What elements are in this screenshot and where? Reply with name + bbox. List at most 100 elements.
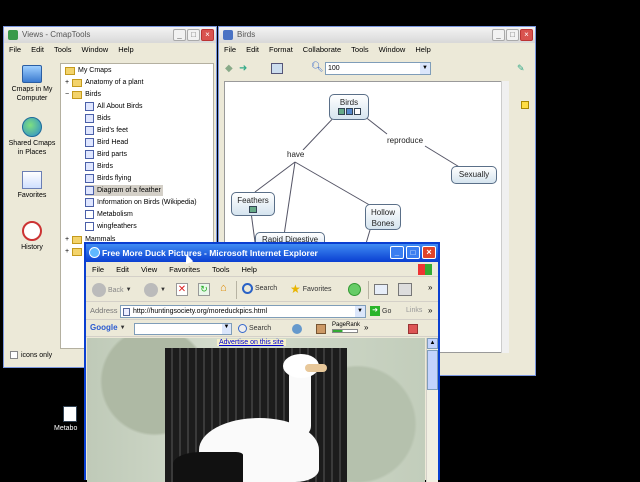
back-button[interactable]: Back ▼ xyxy=(92,283,132,297)
resource-icons[interactable] xyxy=(330,108,368,115)
tree-item[interactable]: Information on Birds (Wikipedia) xyxy=(85,197,197,208)
pagerank-icon[interactable] xyxy=(316,324,326,334)
menu-help[interactable]: Help xyxy=(242,263,257,276)
chevron-down-icon: ▼ xyxy=(160,287,166,293)
google-site-search-icon[interactable] xyxy=(292,324,302,334)
mail-icon[interactable] xyxy=(374,284,388,295)
tree-root[interactable]: My Cmaps xyxy=(65,65,111,76)
icons-only-checkbox[interactable] xyxy=(10,351,18,359)
back-arrow-icon[interactable]: ◆ xyxy=(225,63,233,74)
nav-cmaps-my-computer[interactable]: Cmaps in My Computer xyxy=(6,65,58,103)
desktop-icon-metabolism[interactable]: Metabo xyxy=(54,406,86,432)
style-palette-icon[interactable]: ✎ xyxy=(517,63,525,74)
tree-item[interactable]: Birds xyxy=(85,161,113,172)
history-icon[interactable] xyxy=(348,283,361,296)
menu-edit[interactable]: Edit xyxy=(31,43,44,57)
concept-hollow-bones[interactable]: Hollow Bones xyxy=(365,204,401,230)
google-options-icon[interactable] xyxy=(408,324,418,334)
google-overflow-icon[interactable]: » xyxy=(364,323,368,332)
tree-item[interactable]: All About Birds xyxy=(85,101,143,112)
views-titlebar[interactable]: Views - CmapTools _ □ × xyxy=(4,27,216,43)
menu-edit[interactable]: Edit xyxy=(246,43,259,57)
tree-folder-birds[interactable]: − Birds xyxy=(65,89,101,100)
ie-window: Free More Duck Pictures - Microsoft Inte… xyxy=(84,242,440,482)
google-search-input[interactable]: ▼ xyxy=(134,323,232,335)
vertical-scrollbar[interactable] xyxy=(501,81,509,353)
tree-item[interactable]: Bird Head xyxy=(85,137,128,148)
minimize-button[interactable]: _ xyxy=(390,246,404,259)
link-phrase-reproduce[interactable]: reproduce xyxy=(387,136,424,145)
tree-item[interactable]: wingfeathers xyxy=(85,221,137,232)
ie-titlebar[interactable]: Free More Duck Pictures - Microsoft Inte… xyxy=(86,244,438,262)
print-icon[interactable] xyxy=(398,283,412,296)
menu-file[interactable]: File xyxy=(9,43,21,57)
zoom-select[interactable]: 100 ▼ xyxy=(325,62,431,75)
zoom-icon[interactable]: 🔍︎ xyxy=(311,62,324,73)
favorites-button[interactable]: ★ Favorites xyxy=(290,282,332,296)
close-button[interactable]: × xyxy=(422,246,436,259)
menu-window[interactable]: Window xyxy=(379,43,406,57)
menu-file[interactable]: File xyxy=(92,263,104,276)
concept-sexually[interactable]: Sexually xyxy=(451,166,497,184)
birds-titlebar[interactable]: Birds _ □ × xyxy=(219,27,535,43)
menu-view[interactable]: View xyxy=(141,263,157,276)
scroll-thumb[interactable] xyxy=(427,350,438,390)
image-resource-icon[interactable] xyxy=(249,206,257,213)
menu-tools[interactable]: Tools xyxy=(212,263,230,276)
menu-collaborate[interactable]: Collaborate xyxy=(303,43,341,57)
home-icon[interactable]: ⌂ xyxy=(220,282,227,294)
menu-tools[interactable]: Tools xyxy=(351,43,369,57)
nav-shared-cmaps[interactable]: Shared Cmaps in Places xyxy=(6,117,58,157)
maximize-button[interactable]: □ xyxy=(506,29,519,41)
scroll-up-arrow-icon[interactable]: ▲ xyxy=(427,338,438,349)
toolbar-overflow-icon[interactable]: » xyxy=(428,283,432,292)
close-button[interactable]: × xyxy=(201,29,214,41)
minimize-button[interactable]: _ xyxy=(173,29,186,41)
google-search-button[interactable]: Search xyxy=(238,324,271,333)
menu-favorites[interactable]: Favorites xyxy=(169,263,200,276)
chevron-down-icon[interactable]: ▼ xyxy=(355,306,365,317)
nav-favorites[interactable]: Favorites xyxy=(6,171,58,200)
minimize-button[interactable]: _ xyxy=(492,29,505,41)
menu-file[interactable]: File xyxy=(224,43,236,57)
maximize-button[interactable]: □ xyxy=(187,29,200,41)
ie-vertical-scrollbar[interactable]: ▲ xyxy=(426,338,438,482)
links-overflow-icon[interactable]: » xyxy=(428,306,432,315)
menu-help[interactable]: Help xyxy=(415,43,430,57)
go-button[interactable]: ➜ Go xyxy=(370,306,391,316)
icons-only-checkbox-row[interactable]: icons only xyxy=(10,351,52,359)
stop-icon[interactable]: ✕ xyxy=(176,283,188,296)
tree-folder-anatomy[interactable]: + Anatomy of a plant xyxy=(65,77,143,88)
tree-item[interactable]: Bird's feet xyxy=(85,125,128,136)
tree-item[interactable]: Birds flying xyxy=(85,173,131,184)
concept-feathers[interactable]: Feathers xyxy=(231,192,275,216)
advertise-link[interactable]: Advertise on this site xyxy=(217,339,286,346)
text-resource-icon[interactable] xyxy=(353,108,361,115)
google-menu[interactable]: Google ▼ xyxy=(90,323,126,332)
search-button[interactable]: Search xyxy=(242,283,277,294)
cmap-resource-icon[interactable] xyxy=(345,108,353,115)
tree-item-selected[interactable]: Diagram of a feather xyxy=(85,185,163,196)
links-label[interactable]: Links xyxy=(406,307,422,314)
image-resource-icon[interactable] xyxy=(337,108,345,115)
menu-edit[interactable]: Edit xyxy=(116,263,129,276)
layout-icon[interactable] xyxy=(271,63,283,74)
refresh-icon[interactable]: ↻ xyxy=(198,283,210,296)
menu-format[interactable]: Format xyxy=(269,43,293,57)
menu-help[interactable]: Help xyxy=(118,43,133,57)
menu-window[interactable]: Window xyxy=(82,43,109,57)
styles-icon[interactable] xyxy=(521,101,529,109)
maximize-button[interactable]: □ xyxy=(406,246,420,259)
close-button[interactable]: × xyxy=(520,29,533,41)
tree-folder-collapsed[interactable]: + xyxy=(65,246,83,257)
link-phrase-have[interactable]: have xyxy=(287,150,305,159)
tree-item[interactable]: Bids xyxy=(85,113,111,124)
address-input[interactable]: http://huntingsociety.org/moreduckpics.h… xyxy=(120,305,366,318)
forward-arrow-icon[interactable]: ➜ xyxy=(239,63,247,74)
nav-history[interactable]: History xyxy=(6,221,58,252)
tree-item[interactable]: Metabolism xyxy=(85,209,133,220)
forward-button[interactable]: ▼ xyxy=(144,283,166,297)
concept-birds[interactable]: Birds xyxy=(329,94,369,120)
tree-item[interactable]: Bird parts xyxy=(85,149,127,160)
menu-tools[interactable]: Tools xyxy=(54,43,72,57)
